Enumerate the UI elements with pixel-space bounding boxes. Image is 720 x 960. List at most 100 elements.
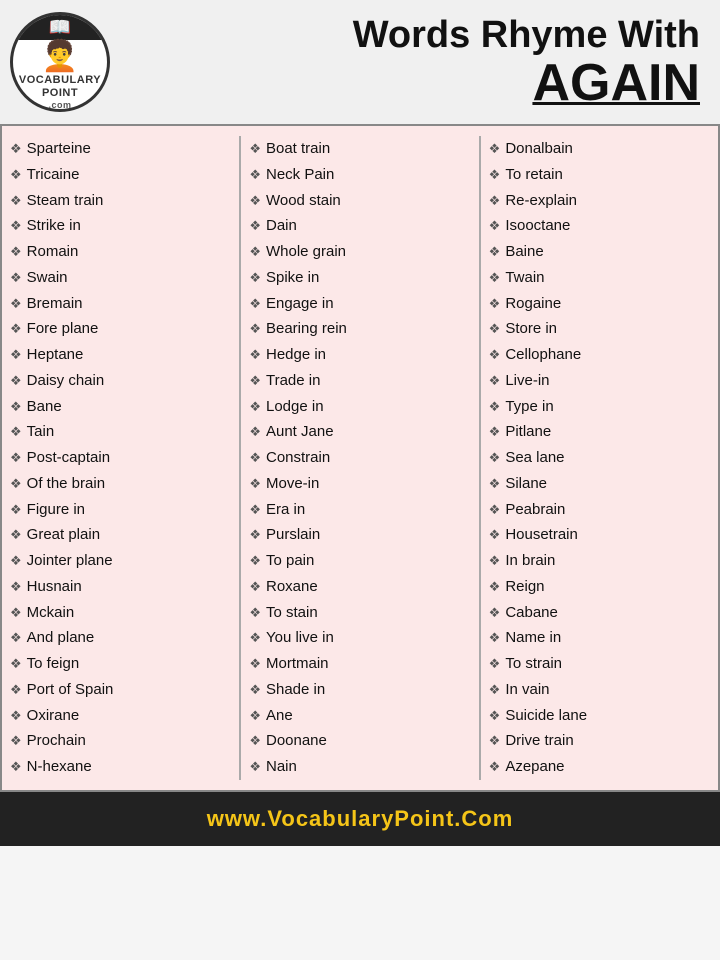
diamond-icon: ❖ (10, 758, 22, 777)
word-text: Hedge in (266, 344, 326, 366)
list-item: ❖ Aunt Jane (249, 419, 470, 445)
diamond-icon: ❖ (489, 681, 501, 700)
list-item: ❖Isooctane (489, 213, 710, 239)
diamond-icon: ❖ (249, 732, 261, 751)
diamond-icon: ❖ (249, 320, 261, 339)
list-item: ❖Live-in (489, 368, 710, 394)
list-item: ❖ You live in (249, 625, 470, 651)
word-text: Pitlane (505, 421, 551, 443)
diamond-icon: ❖ (10, 269, 22, 288)
list-item: ❖Sparteine (10, 136, 231, 162)
list-item: ❖Swain (10, 265, 231, 291)
footer-url: www.VocabularyPoint.Com (207, 806, 514, 831)
logo-dot: .com (19, 100, 101, 111)
diamond-icon: ❖ (10, 372, 22, 391)
diamond-icon: ❖ (249, 681, 261, 700)
title-line1: Words Rhyme With (126, 15, 700, 57)
diamond-icon: ❖ (489, 320, 501, 339)
list-item: ❖Daisy chain (10, 368, 231, 394)
diamond-icon: ❖ (249, 501, 261, 520)
list-item: ❖Tain (10, 419, 231, 445)
word-text: Strike in (27, 215, 81, 237)
diamond-icon: ❖ (249, 629, 261, 648)
list-item: ❖Silane (489, 471, 710, 497)
word-text: Tricaine (27, 164, 80, 186)
word-text: Boat train (266, 138, 330, 160)
word-text: Mckain (27, 602, 75, 624)
list-item: ❖And plane (10, 625, 231, 651)
list-item: ❖Wood stain (249, 188, 470, 214)
word-text: Silane (505, 473, 547, 495)
word-text: To strain (505, 653, 562, 675)
diamond-icon: ❖ (489, 732, 501, 751)
list-item: ❖Bane (10, 394, 231, 420)
logo: 📖 🧑‍🦱 VOCABULARY POINT .com (10, 12, 110, 112)
diamond-icon: ❖ (10, 552, 22, 571)
word-columns: ❖Sparteine❖Tricaine❖Steam train❖Strike i… (2, 136, 718, 780)
list-item: ❖Figure in (10, 497, 231, 523)
diamond-icon: ❖ (489, 655, 501, 674)
word-text: Sea lane (505, 447, 564, 469)
word-text: To stain (266, 602, 318, 624)
diamond-icon: ❖ (489, 346, 501, 365)
word-text: Aunt Jane (266, 421, 334, 443)
diamond-icon: ❖ (489, 501, 501, 520)
word-text: Drive train (505, 730, 573, 752)
word-text: In vain (505, 679, 549, 701)
word-text: Fore plane (27, 318, 99, 340)
list-item: ❖Spike in (249, 265, 470, 291)
list-item: ❖Constrain (249, 445, 470, 471)
logo-line2: POINT (19, 87, 101, 100)
word-text: Bremain (27, 293, 83, 315)
diamond-icon: ❖ (10, 192, 22, 211)
list-item: ❖Lodge in (249, 394, 470, 420)
diamond-icon: ❖ (489, 295, 501, 314)
diamond-icon: ❖ (10, 346, 22, 365)
diamond-icon: ❖ (249, 423, 261, 442)
list-item: ❖Reign (489, 574, 710, 600)
diamond-icon: ❖ (489, 192, 501, 211)
word-text: Figure in (27, 499, 85, 521)
word-text: To pain (266, 550, 314, 572)
diamond-icon: ❖ (10, 604, 22, 623)
word-text: Era in (266, 499, 305, 521)
footer: www.VocabularyPoint.Com (0, 792, 720, 846)
diamond-icon: ❖ (249, 166, 261, 185)
word-text: Live-in (505, 370, 549, 392)
list-item: ❖In brain (489, 548, 710, 574)
list-item: ❖ Mckain (10, 600, 231, 626)
word-text: Cabane (505, 602, 558, 624)
word-text: Port of Spain (27, 679, 114, 701)
diamond-icon: ❖ (489, 140, 501, 159)
diamond-icon: ❖ (10, 295, 22, 314)
word-text: In brain (505, 550, 555, 572)
word-text: Trade in (266, 370, 320, 392)
list-item: ❖Prochain (10, 728, 231, 754)
list-item: ❖In vain (489, 677, 710, 703)
word-text: Suicide lane (505, 705, 587, 727)
word-text: Shade in (266, 679, 325, 701)
word-text: Purslain (266, 524, 320, 546)
word-text: You live in (266, 627, 334, 649)
list-item: ❖Rogaine (489, 291, 710, 317)
diamond-icon: ❖ (249, 295, 261, 314)
diamond-icon: ❖ (489, 166, 501, 185)
diamond-icon: ❖ (10, 140, 22, 159)
list-item: ❖ Bremain (10, 291, 231, 317)
word-text: To feign (27, 653, 80, 675)
list-item: ❖To feign (10, 651, 231, 677)
list-item: ❖Cellophane (489, 342, 710, 368)
title-line2: AGAIN (126, 57, 700, 109)
word-text: Whole grain (266, 241, 346, 263)
diamond-icon: ❖ (10, 732, 22, 751)
word-text: Twain (505, 267, 544, 289)
diamond-icon: ❖ (249, 526, 261, 545)
list-item: ❖Great plain (10, 522, 231, 548)
word-text: N-hexane (27, 756, 92, 778)
list-item: ❖Mortmain (249, 651, 470, 677)
word-text: Neck Pain (266, 164, 334, 186)
list-item: ❖Fore plane (10, 316, 231, 342)
list-item: ❖ Purslain (249, 522, 470, 548)
diamond-icon: ❖ (249, 449, 261, 468)
diamond-icon: ❖ (249, 707, 261, 726)
